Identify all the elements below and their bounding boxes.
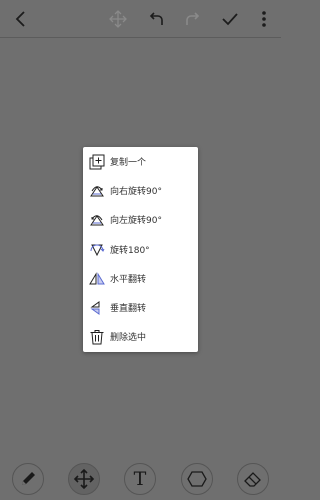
flip-horizontal-icon [89,271,105,287]
confirm-button[interactable] [217,6,243,32]
rotate-left-icon [89,212,105,228]
pen-icon [22,472,35,485]
move-tool-button[interactable] [68,463,100,495]
menu-item-rotate-left[interactable]: 向左旋转90° [83,205,198,234]
more-button[interactable] [251,6,277,32]
check-icon [222,13,238,26]
shape-tool-button[interactable] [181,463,213,495]
menu-item-flip-vertical[interactable]: 垂直翻转 [83,293,198,322]
move-arrows-icon [73,468,95,490]
menu-item-label: 旋转180° [110,246,150,256]
menu-item-rotate-180[interactable]: 旋转180° [83,235,198,264]
eraser-tool-button[interactable] [237,463,269,495]
redo-button[interactable] [180,6,206,32]
drawing-screen: 复制一个 向右旋转90° 向左旋转90° 旋转180° 水平翻转 垂直翻转 删除… [0,0,281,500]
duplicate-icon [89,154,105,170]
context-menu: 复制一个 向右旋转90° 向左旋转90° 旋转180° 水平翻转 垂直翻转 删除… [83,147,198,352]
menu-item-label: 向右旋转90° [110,187,162,197]
move-button[interactable] [105,6,131,32]
menu-item-flip-horizontal[interactable]: 水平翻转 [83,264,198,293]
text-icon: T [133,467,147,490]
flip-vertical-icon [89,300,105,316]
text-tool-button[interactable]: T [124,463,156,495]
more-vertical-icon [262,11,266,27]
menu-item-duplicate[interactable]: 复制一个 [83,147,198,176]
hexagon-icon [187,471,207,487]
pen-tool-button[interactable] [12,463,44,495]
redo-icon [186,12,200,25]
back-arrow-icon [15,11,25,27]
trash-icon [89,329,105,345]
undo-icon [149,12,163,25]
menu-item-delete[interactable]: 删除选中 [83,322,198,351]
top-toolbar [0,0,281,37]
undo-button[interactable] [143,6,169,32]
eraser-icon [244,472,261,487]
back-button[interactable] [8,6,34,32]
menu-item-rotate-right[interactable]: 向右旋转90° [83,176,198,205]
rotate-180-icon [89,242,105,258]
menu-item-label: 复制一个 [110,158,147,168]
menu-item-label: 水平翻转 [110,275,147,285]
menu-item-label: 垂直翻转 [110,304,147,314]
move-arrows-icon [109,10,127,28]
menu-item-label: 删除选中 [110,333,147,343]
rotate-right-icon [89,183,105,199]
menu-item-label: 向左旋转90° [110,216,162,226]
